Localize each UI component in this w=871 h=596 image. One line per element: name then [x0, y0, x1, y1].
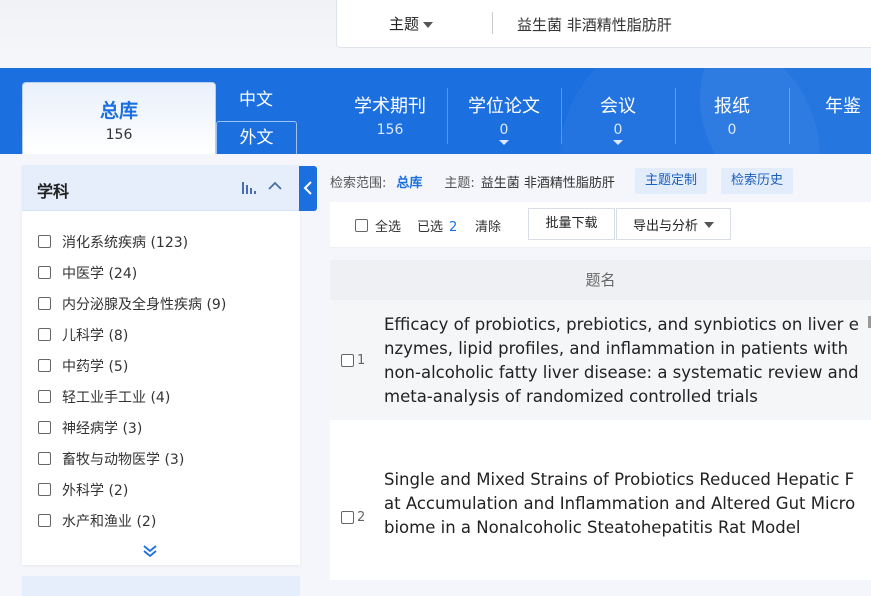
facet-header: 学科	[22, 165, 300, 211]
tab-dissertations[interactable]: 学位论文 0	[447, 92, 561, 145]
facet-item-label: 儿科学 (8)	[62, 327, 129, 344]
database-nav: 总库 156 中文 外文 学术期刊 156 学位论文 0 会议 0 报纸 0 年…	[0, 68, 871, 154]
top-bar: 主题	[0, 0, 871, 68]
facet-item[interactable]: 神经病学 (3)	[38, 412, 226, 443]
tab-label: 报纸	[714, 96, 750, 117]
result-title-link[interactable]: Efficacy of probiotics, prebiotics, and …	[384, 313, 862, 409]
tab-total-label: 总库	[99, 100, 138, 122]
facet-item[interactable]: 水产和渔业 (2)	[38, 505, 226, 536]
caret-down-icon	[704, 222, 714, 228]
select-all-label: 全选	[375, 220, 402, 235]
facet-list: 消化系统疾病 (123) 中医学 (24) 内分泌腺及全身性疾病 (9) 儿科学…	[38, 226, 226, 536]
topic-value: 益生菌 非酒精性脂肪肝	[480, 175, 615, 191]
table-header-title[interactable]: 题名	[330, 260, 871, 300]
facet-item[interactable]: 内分泌腺及全身性疾病 (9)	[38, 288, 226, 319]
checkbox[interactable]	[38, 514, 51, 527]
facet-item-label: 神经病学 (3)	[62, 420, 143, 437]
search-scope-bar: 检索范围: 总库 主题: 益生菌 非酒精性脂肪肝 主题定制 检索历史	[330, 168, 871, 194]
tab-foreign[interactable]: 外文	[216, 121, 297, 154]
tab-label: 会议	[600, 96, 636, 117]
chevron-left-icon	[303, 181, 312, 195]
tab-total-library[interactable]: 总库 156	[22, 82, 216, 154]
facet-item-label: 畜牧与动物医学 (3)	[62, 451, 185, 468]
table-row: 1 Efficacy of probiotics, prebiotics, an…	[330, 300, 871, 419]
tab-journals[interactable]: 学术期刊 156	[333, 92, 447, 144]
result-title-link[interactable]: Single and Mixed Strains of Probiotics R…	[384, 468, 862, 540]
facet-title: 学科	[37, 182, 70, 201]
tab-chinese[interactable]: 中文	[216, 82, 296, 118]
chevron-up-icon[interactable]	[268, 181, 282, 191]
scope-value: 总库	[396, 175, 423, 191]
row-number: 2	[357, 510, 366, 525]
facet-item[interactable]: 消化系统疾病 (123)	[38, 226, 226, 257]
search-input[interactable]	[517, 11, 857, 37]
facet-item[interactable]: 儿科学 (8)	[38, 319, 226, 350]
tab-count: 0	[499, 122, 509, 138]
row-number: 1	[357, 353, 366, 368]
tab-yearbooks[interactable]: 年鉴	[789, 92, 871, 144]
tab-label: 学位论文	[468, 96, 540, 117]
selected-label: 已选	[417, 220, 444, 235]
search-field-select[interactable]: 主题	[389, 13, 434, 34]
caret-down-icon	[613, 140, 623, 145]
tab-count: 0	[727, 122, 737, 138]
tab-label: 学术期刊	[354, 96, 426, 117]
selected-number[interactable]: 2	[449, 220, 457, 235]
facet-item[interactable]: 中医学 (24)	[38, 257, 226, 288]
checkbox[interactable]	[341, 354, 354, 367]
select-all[interactable]: 全选	[355, 216, 401, 235]
double-chevron-down-icon[interactable]	[143, 544, 157, 558]
checkbox[interactable]	[38, 483, 51, 496]
table-row: 2 Single and Mixed Strains of Probiotics…	[330, 420, 871, 580]
search-box: 主题	[336, 0, 871, 48]
topic-label: 主题:	[444, 175, 475, 191]
facet-item-label: 内分泌腺及全身性疾病 (9)	[62, 296, 227, 313]
tab-count: 156	[376, 122, 404, 138]
checkbox[interactable]	[38, 359, 51, 372]
export-label: 导出与分析	[632, 218, 698, 234]
tab-newspapers[interactable]: 报纸 0	[675, 92, 789, 144]
facet-item-label: 水产和渔业 (2)	[62, 513, 157, 530]
facet-item[interactable]: 中药学 (5)	[38, 350, 226, 381]
bar-chart-icon[interactable]	[242, 182, 258, 194]
tab-total-count: 156	[105, 127, 133, 143]
facet-item[interactable]: 轻工业手工业 (4)	[38, 381, 226, 412]
search-history-button[interactable]: 检索历史	[720, 168, 793, 194]
caret-down-icon	[423, 21, 434, 28]
row-select[interactable]: 2	[341, 510, 365, 525]
caret-down-icon	[499, 140, 509, 145]
tab-label: 年鉴	[825, 96, 861, 117]
tab-count: 0	[613, 122, 623, 138]
facet-item-label: 中医学 (24)	[62, 265, 138, 282]
checkbox[interactable]	[38, 390, 51, 403]
clear-button[interactable]: 清除	[475, 216, 501, 235]
checkbox[interactable]	[38, 266, 51, 279]
checkbox[interactable]	[38, 328, 51, 341]
batch-download-button[interactable]: 批量下载	[528, 208, 615, 240]
next-facet-panel	[22, 576, 300, 596]
subject-facet-panel: 学科 消化系统疾病 (123) 中医学 (24) 内分泌腺及全身性疾病 (9) …	[22, 165, 300, 565]
checkbox[interactable]	[38, 235, 51, 248]
results-toolbar: 全选 已选 2 清除 批量下载 导出与分析	[330, 202, 871, 248]
facet-item[interactable]: 外科学 (2)	[38, 474, 226, 505]
facet-item-label: 外科学 (2)	[62, 482, 129, 499]
export-analysis-button[interactable]: 导出与分析	[616, 208, 731, 240]
search-divider	[492, 12, 493, 34]
search-field-label: 主题	[389, 15, 420, 33]
row-select[interactable]: 1	[341, 353, 365, 368]
checkbox[interactable]	[38, 297, 51, 310]
checkbox[interactable]	[355, 219, 368, 232]
facet-item-label: 中药学 (5)	[62, 358, 129, 375]
facet-item-label: 消化系统疾病 (123)	[62, 234, 189, 251]
facet-item[interactable]: 畜牧与动物医学 (3)	[38, 443, 226, 474]
checkbox[interactable]	[341, 511, 354, 524]
topic-custom-button[interactable]: 主题定制	[634, 168, 707, 194]
tab-conferences[interactable]: 会议 0	[561, 92, 675, 145]
checkbox[interactable]	[38, 421, 51, 434]
checkbox[interactable]	[38, 452, 51, 465]
facet-item-label: 轻工业手工业 (4)	[62, 389, 171, 406]
selected-count: 已选 2	[417, 216, 457, 235]
scope-label: 检索范围:	[330, 175, 387, 191]
collapse-sidebar-button[interactable]	[299, 166, 317, 211]
